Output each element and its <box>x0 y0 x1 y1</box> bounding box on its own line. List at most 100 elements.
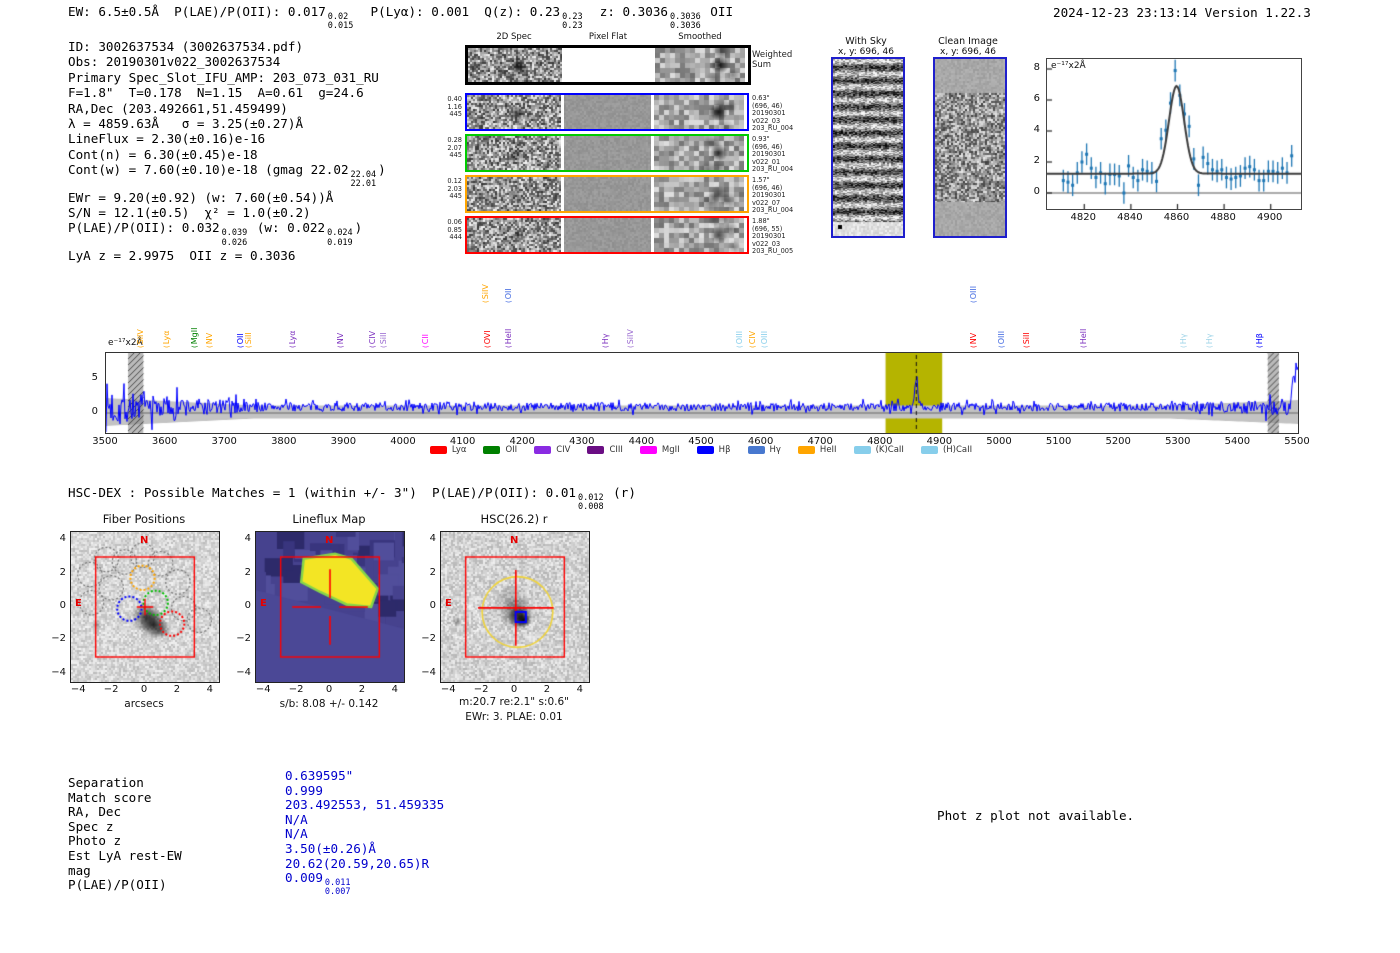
line-label-SiII: (SiII <box>1022 332 1032 348</box>
cutout-y-tick: −4 <box>44 667 66 678</box>
info-line: P(LAE)/P(OII): 0.0320.0390.026 (w: 0.022… <box>68 220 386 247</box>
text-segment: P(Lyα): 0.001 Q(z): 0.23 <box>355 4 560 19</box>
cutout-y-tick: 4 <box>44 533 66 544</box>
line-label-SiIV: (SiIV <box>136 329 146 348</box>
cutout-x-tick: −4 <box>63 684 93 695</box>
text-segment: Cont(w) = 7.60(±0.10)e-18 (gmag 22.02 <box>68 162 349 177</box>
legend-item-CIII: CIII <box>587 445 622 455</box>
cutout-x-tick: 4 <box>565 684 595 695</box>
clean-image-coords: x, y: 696, 46 <box>918 47 1018 57</box>
lineflux-map-canvas <box>255 531 405 683</box>
info-line: LineFlux = 2.30(±0.16)e-16 <box>68 131 386 146</box>
line-label-CIV: (CIV <box>748 331 758 348</box>
compass-east: E <box>445 598 452 609</box>
fiber-xaxis-label: arcsecs <box>70 698 218 710</box>
hsc-cutout-title: HSC(26.2) r <box>440 512 588 526</box>
text-segment: ID: 3002637534 (3002637534.pdf) <box>68 39 303 54</box>
cutout-x-tick: −4 <box>433 684 463 695</box>
compass-east: E <box>260 598 267 609</box>
line-label-OVI: (OVI <box>483 330 493 348</box>
info-line: ID: 3002637534 (3002637534.pdf) <box>68 39 386 54</box>
legend-label: Hγ <box>770 445 781 455</box>
cutout-y-tick: 0 <box>414 600 436 611</box>
match-table-row: mag20.62(20.59,20.65)R <box>68 856 668 871</box>
text-segment: N/A <box>285 812 308 827</box>
spec2d-fiber-1-smoothed <box>654 95 744 129</box>
legend-item-Lyα: Lyα <box>430 445 467 455</box>
legend-item-OII: OII <box>483 445 517 455</box>
info-line: EWr = 9.20(±0.92) (w: 7.60(±0.54))Å <box>68 190 386 205</box>
info-line: F=1.8" T=0.178 N=1.15 A=0.61 g=24.6 <box>68 85 386 100</box>
full-spectrum-canvas <box>105 352 1299 434</box>
legend-swatch <box>534 446 551 454</box>
line-label-Hγ: (Hγ <box>1179 334 1189 348</box>
legend-label: HeII <box>820 445 837 455</box>
inset-y-tick: 8 <box>1026 62 1040 73</box>
spec2d-weighted-pixelflat <box>565 48 652 82</box>
inset-x-tick: 4860 <box>1156 212 1196 223</box>
match-table-row: Photo zN/A <box>68 826 668 841</box>
line-label-Hγ: (Hγ <box>601 334 611 348</box>
line-label-SiII: (SiII <box>244 332 254 348</box>
lineflux-map-title: Lineflux Map <box>255 512 403 526</box>
info-line: LyA z = 2.9975 OII z = 0.3036 <box>68 248 386 263</box>
line-label-Hγ: (Hγ <box>1205 334 1215 348</box>
line-fit-canvas <box>1046 58 1302 210</box>
cutout-y-tick: −2 <box>44 633 66 644</box>
text-segment: N/A <box>285 826 308 841</box>
compass-east: E <box>75 598 82 609</box>
text-segment: 20.62(20.59,20.65)R <box>285 856 429 871</box>
line-label-OIII: (OIII <box>969 286 979 303</box>
elixer-report: EW: 6.5±0.5Å P(LAE)/P(OII): 0.0170.020.0… <box>0 0 1400 953</box>
text-segment: Primary Spec_Slot_IFU_AMP: 203_073_031_R… <box>68 70 379 85</box>
spec2d-row-left-stats: 0.122.03445 <box>438 178 462 201</box>
text-segment: EW: 6.5±0.5Å P(LAE)/P(OII): 0.017 <box>68 4 326 19</box>
cutout-x-tick: 0 <box>499 684 529 695</box>
cutout-x-tick: −4 <box>248 684 278 695</box>
legend-item-Hβ: Hβ <box>697 445 731 455</box>
inset-y-tick: 2 <box>1026 155 1040 166</box>
text-segment: OII <box>703 4 733 19</box>
text-segment: Cont(n) = 6.30(±0.45)e-18 <box>68 147 258 162</box>
legend-swatch <box>697 446 714 454</box>
legend-swatch <box>798 446 815 454</box>
detection-info-block: ID: 3002637534 (3002637534.pdf)Obs: 2019… <box>68 39 386 263</box>
summary-header: EW: 6.5±0.5Å P(LAE)/P(OII): 0.0170.020.0… <box>68 4 733 31</box>
legend-label: (H)CaII <box>943 445 972 455</box>
spectrum-y-tick: 5 <box>84 372 98 383</box>
inset-y-tick: 4 <box>1026 124 1040 135</box>
text-segment: LineFlux = 2.30(±0.16)e-16 <box>68 131 265 146</box>
spec2d-row-right-info: WeightedSum <box>752 51 798 70</box>
line-label-MgII: (MgII <box>190 328 200 348</box>
line-label-HeII: (HeII <box>1079 329 1089 348</box>
legend-item-MgII: MgII <box>640 445 680 455</box>
hsc-cutout-canvas <box>440 531 590 683</box>
legend-item-HeII: HeII <box>798 445 837 455</box>
match-table-row: Separation0.639595" <box>68 768 668 783</box>
spec2d-row-fiber-4 <box>465 216 749 254</box>
with-sky-title: With Sky <box>816 36 916 47</box>
line-label-OII: (OII <box>504 288 514 303</box>
spec2d-fiber-4-pixelflat <box>564 218 651 252</box>
spec2d-fiber-1-2dspec <box>467 95 561 129</box>
legend-label: Hβ <box>719 445 731 455</box>
spec2d-row-right-info: 0.63"(696, 46)20190301v022_03203_RU_004 <box>752 95 798 133</box>
stacked-uncertainty: 0.230.23 <box>562 13 582 31</box>
match-row-label: P(LAE)/P(OII) <box>68 877 167 892</box>
text-segment: ) <box>378 162 386 177</box>
line-label-OIII: (OIII <box>997 331 1007 348</box>
spec2d-row-fiber-3 <box>465 175 749 213</box>
cutout-y-tick: −2 <box>414 633 436 644</box>
legend-item-(H)CaII: (H)CaII <box>921 445 972 455</box>
line-label-OIII: (OIII <box>735 331 745 348</box>
spec2d-row-right-info: 0.93"(696, 46)20190301v022_01203_RU_004 <box>752 136 798 174</box>
cutout-y-tick: 4 <box>229 533 251 544</box>
legend-item-(K)CaII: (K)CaII <box>854 445 904 455</box>
spec2d-row-left-stats: 0.401.16445 <box>438 96 462 119</box>
compass-north: N <box>140 535 148 546</box>
col-header-2dspec: 2D Spec <box>474 32 554 42</box>
cutout-x-tick: 4 <box>195 684 225 695</box>
spec2d-row-fiber-2 <box>465 134 749 172</box>
spec2d-fiber-3-pixelflat <box>564 177 651 211</box>
legend-swatch <box>854 446 871 454</box>
